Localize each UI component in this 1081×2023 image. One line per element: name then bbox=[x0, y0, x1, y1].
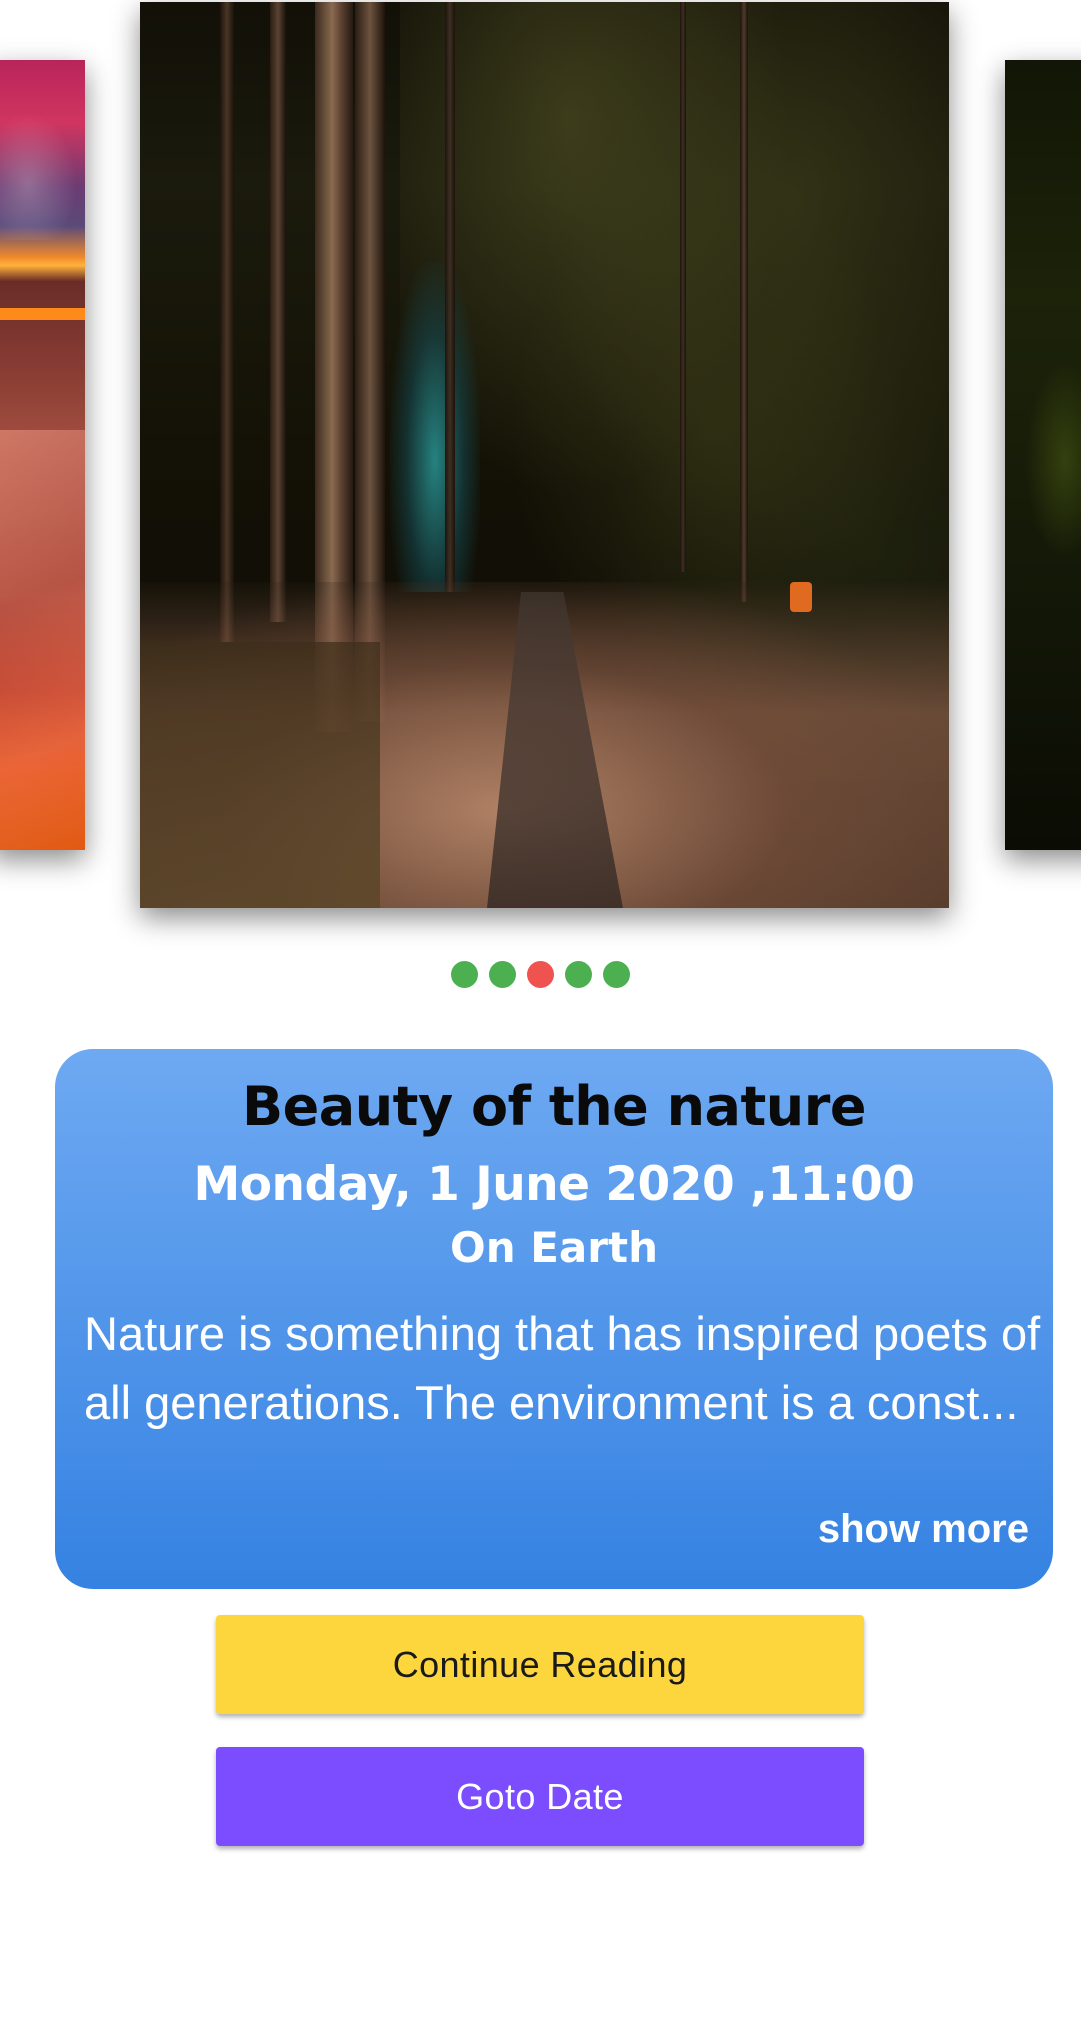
carousel-slide-current[interactable] bbox=[140, 2, 949, 908]
event-location: On Earth bbox=[450, 1223, 658, 1272]
carousel-dot[interactable] bbox=[489, 961, 516, 988]
tree-trunk bbox=[680, 2, 686, 572]
carousel-slide-next[interactable] bbox=[1005, 60, 1081, 850]
tree-trunk bbox=[270, 2, 286, 622]
tree-trunk bbox=[740, 2, 748, 602]
carousel-dot[interactable] bbox=[451, 961, 478, 988]
horizon-glow bbox=[0, 308, 85, 320]
event-date: Monday, 1 June 2020 ,11:00 bbox=[193, 1157, 916, 1212]
tree-trunk bbox=[220, 2, 234, 642]
goto-date-button[interactable]: Goto Date bbox=[216, 1747, 864, 1846]
carousel-dot[interactable] bbox=[603, 961, 630, 988]
continue-reading-button[interactable]: Continue Reading bbox=[216, 1615, 864, 1714]
tree-trunk bbox=[445, 2, 455, 592]
event-description: Nature is something that has inspired po… bbox=[84, 1307, 1041, 1429]
event-title: Beauty of the nature bbox=[242, 1075, 866, 1138]
orange-marker bbox=[790, 582, 812, 612]
event-screen: Beauty of the nature Monday, 1 June 2020… bbox=[0, 0, 1081, 2023]
dark-forest-image bbox=[1025, 360, 1081, 560]
carousel-slide-previous[interactable] bbox=[0, 60, 85, 850]
carousel-dot-active[interactable] bbox=[527, 961, 554, 988]
grass-bank bbox=[140, 642, 380, 908]
carousel-indicator bbox=[0, 961, 1081, 988]
carousel-dot[interactable] bbox=[565, 961, 592, 988]
light-gap bbox=[390, 262, 480, 592]
canyon-rocks bbox=[0, 430, 85, 850]
canyon-sunset-image bbox=[0, 100, 85, 240]
event-card: Beauty of the nature Monday, 1 June 2020… bbox=[55, 1049, 1053, 1589]
image-carousel[interactable] bbox=[0, 0, 1081, 920]
show-more-link[interactable]: show more bbox=[818, 1507, 1029, 1552]
